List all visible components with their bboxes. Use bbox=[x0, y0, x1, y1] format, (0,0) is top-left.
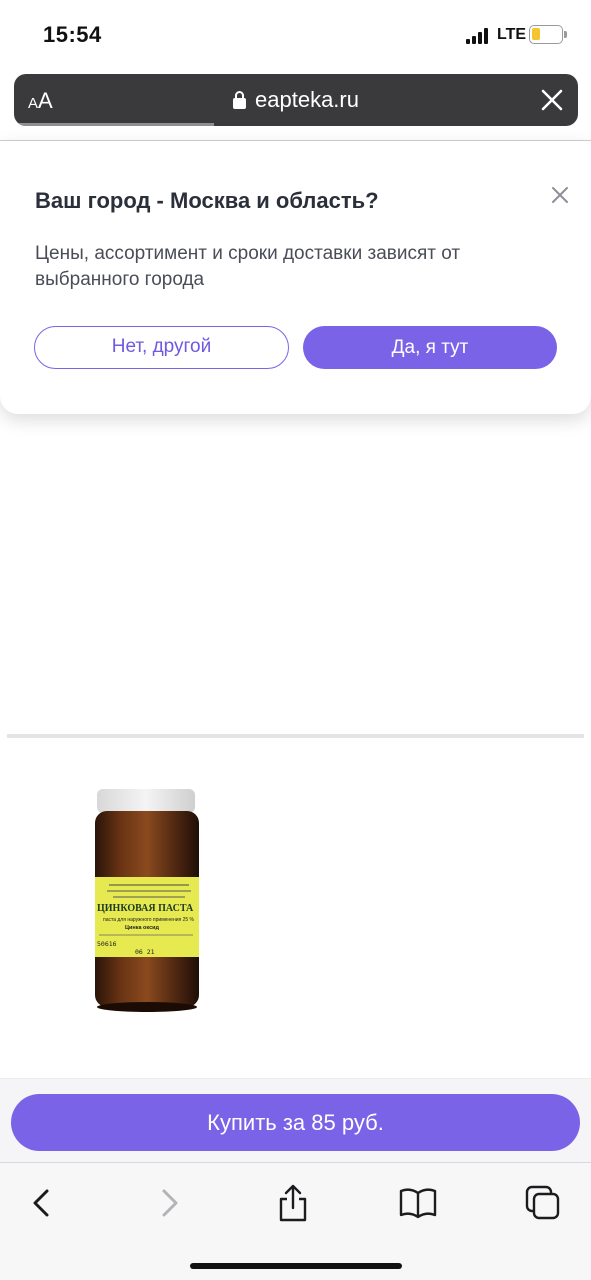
battery-cap bbox=[564, 31, 567, 38]
popup-title: Ваш город - Москва и область? bbox=[35, 188, 379, 213]
status-time: 15:54 bbox=[43, 22, 102, 47]
signal-icon bbox=[466, 28, 492, 44]
decline-city-button[interactable]: Нет, другой bbox=[34, 326, 289, 369]
bookmarks-icon[interactable] bbox=[398, 1183, 438, 1223]
url-text: eapteka.ru bbox=[255, 87, 359, 112]
lock-icon bbox=[233, 91, 247, 109]
share-icon[interactable] bbox=[273, 1183, 313, 1223]
page-load-progress bbox=[14, 123, 214, 126]
buy-button[interactable]: Купить за 85 руб. bbox=[11, 1094, 580, 1151]
zinc-paste-jar-image[interactable]: ЦИНКОВАЯ ПАСТА паста для наружного приме… bbox=[85, 785, 209, 1017]
label-title: ЦИНКОВАЯ ПАСТА bbox=[97, 903, 194, 914]
battery-icon bbox=[529, 25, 563, 44]
address-bar[interactable]: AA eapteka.ru bbox=[14, 74, 578, 126]
tabs-icon[interactable] bbox=[523, 1183, 563, 1223]
label-lot: 50616 bbox=[97, 940, 117, 948]
buy-bar: Купить за 85 руб. bbox=[0, 1078, 591, 1162]
section-divider bbox=[7, 734, 584, 738]
forward-icon bbox=[162, 1189, 178, 1217]
close-icon[interactable] bbox=[540, 88, 564, 112]
popup-close-icon[interactable] bbox=[550, 185, 570, 205]
browser-toolbar bbox=[0, 1162, 591, 1280]
confirm-city-button[interactable]: Да, я тут bbox=[303, 326, 557, 369]
label-expiry: 06 21 bbox=[135, 948, 155, 956]
home-indicator bbox=[190, 1263, 402, 1269]
label-ingredient: Цинка оксид bbox=[125, 925, 160, 931]
popup-description: Цены, ассортимент и сроки доставки завис… bbox=[35, 243, 461, 290]
url-field[interactable]: eapteka.ru bbox=[14, 87, 578, 113]
back-icon[interactable] bbox=[22, 1183, 62, 1223]
label-subtitle: паста для наружного применения 25 % bbox=[103, 917, 195, 923]
network-label: LTE bbox=[497, 26, 527, 43]
city-confirm-popup: Ваш город - Москва и область? Цены, ассо… bbox=[0, 141, 591, 414]
status-bar: 15:54 LTE bbox=[0, 0, 591, 70]
